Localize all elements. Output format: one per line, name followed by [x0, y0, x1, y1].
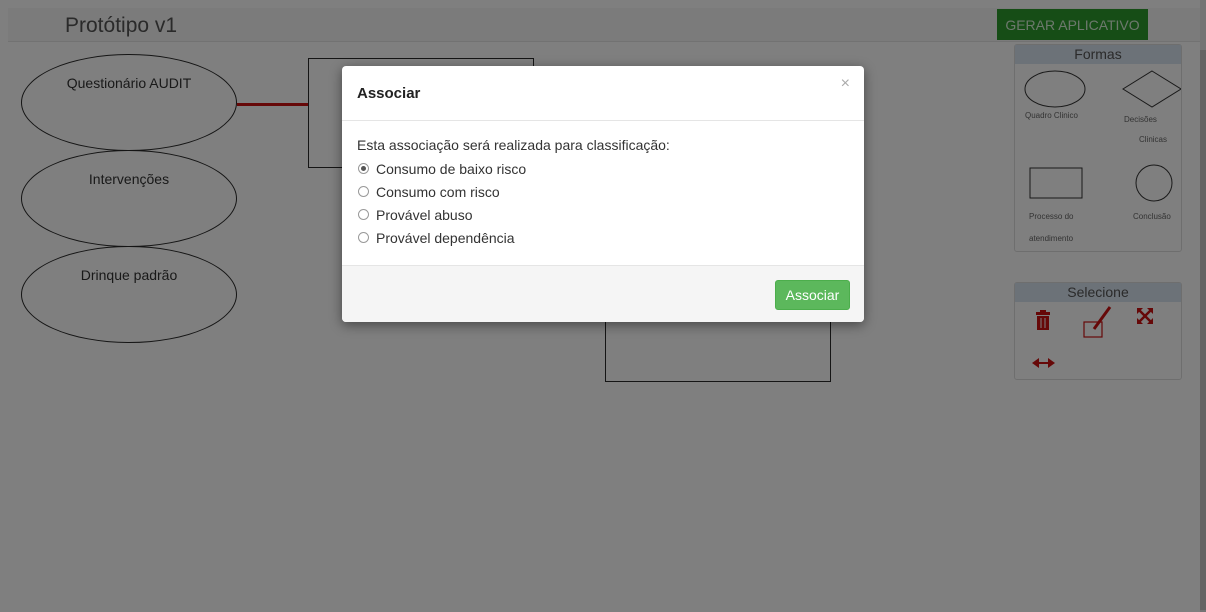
associate-button[interactable]: Associar — [775, 280, 850, 310]
option-label[interactable]: Provável dependência — [376, 230, 515, 246]
modal-body: Esta associação será realizada para clas… — [342, 121, 864, 265]
associate-dialog: Associar × Esta associação será realizad… — [342, 66, 864, 322]
option-label[interactable]: Consumo com risco — [376, 184, 500, 200]
option-label[interactable]: Provável abuso — [376, 207, 473, 223]
modal-footer: Associar — [342, 265, 864, 322]
option-com-risco[interactable]: Consumo com risco — [357, 180, 849, 203]
close-icon[interactable]: × — [841, 75, 850, 93]
option-label[interactable]: Consumo de baixo risco — [376, 161, 526, 177]
option-provavel-dependencia[interactable]: Provável dependência — [357, 226, 849, 249]
option-provavel-abuso[interactable]: Provável abuso — [357, 203, 849, 226]
option-baixo-risco[interactable]: Consumo de baixo risco — [357, 157, 849, 180]
classification-prompt: Esta associação será realizada para clas… — [357, 137, 670, 153]
radio-button[interactable] — [358, 163, 369, 174]
modal-title: Associar — [357, 85, 421, 102]
radio-button[interactable] — [358, 186, 369, 197]
radio-button[interactable] — [358, 209, 369, 220]
modal-header: Associar × — [342, 66, 864, 121]
radio-button[interactable] — [358, 232, 369, 243]
